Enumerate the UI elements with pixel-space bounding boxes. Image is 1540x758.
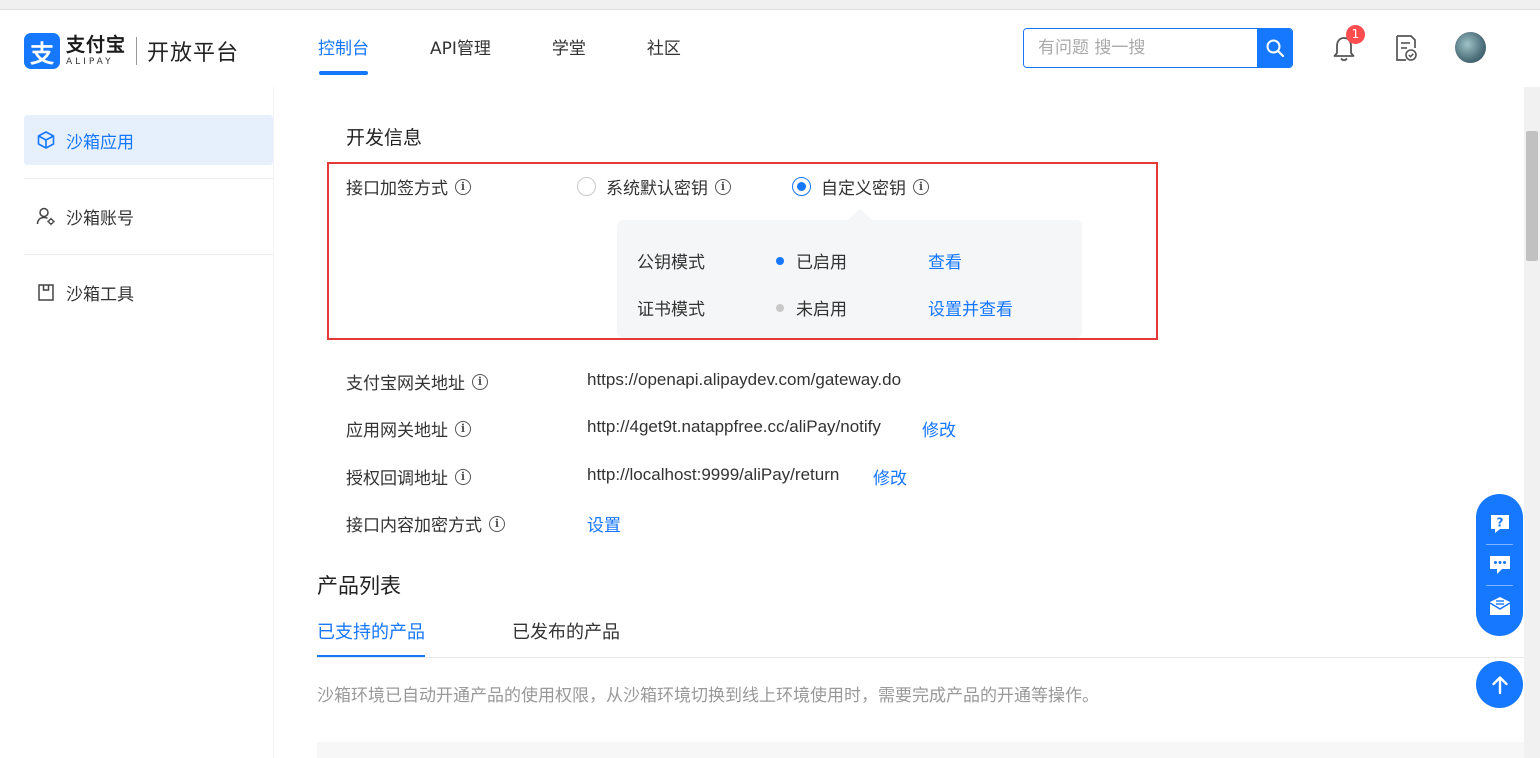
dev-info-title: 开发信息 bbox=[346, 127, 423, 149]
question-chat-icon: ? bbox=[1490, 515, 1509, 533]
certificate-mode-status: 未启用 bbox=[776, 295, 847, 320]
nav-console[interactable]: 控制台 bbox=[318, 10, 369, 87]
callback-label: 授权回调地址 i bbox=[346, 464, 471, 489]
disabled-dot bbox=[776, 303, 784, 312]
encrypt-label: 接口内容加密方式 i bbox=[346, 511, 505, 536]
help-button[interactable]: ? bbox=[1476, 504, 1523, 544]
setup-encrypt-link[interactable]: 设置 bbox=[587, 511, 621, 536]
info-icon[interactable]: i bbox=[489, 515, 505, 532]
cube-icon bbox=[37, 131, 55, 149]
nav-academy[interactable]: 学堂 bbox=[552, 10, 586, 87]
notification-badge: 1 bbox=[1346, 25, 1365, 44]
page-scrollbar[interactable] bbox=[1524, 87, 1540, 758]
radio-button-selected[interactable] bbox=[792, 177, 811, 196]
tool-box-icon bbox=[38, 284, 54, 301]
info-icon[interactable]: i bbox=[913, 178, 929, 195]
brand-name-cn: 支付宝 bbox=[66, 33, 127, 56]
sidebar-item-sandbox-app[interactable]: 沙箱应用 bbox=[24, 115, 273, 165]
search-input[interactable] bbox=[1024, 29, 1257, 67]
sidebar-item-label: 沙箱工具 bbox=[66, 284, 134, 305]
info-icon[interactable]: i bbox=[455, 420, 471, 437]
search-icon bbox=[1266, 39, 1284, 58]
platform-name: 开放平台 bbox=[147, 41, 240, 66]
sidebar: 沙箱应用 沙箱账号 沙箱工具 bbox=[0, 87, 273, 758]
alipay-logo[interactable]: 支 支付宝 ALIPAY 开放平台 bbox=[24, 33, 239, 69]
view-public-key-link[interactable]: 查看 bbox=[928, 248, 962, 273]
enabled-dot bbox=[776, 256, 784, 265]
product-table-header bbox=[317, 742, 1524, 758]
info-icon[interactable]: i bbox=[455, 178, 471, 195]
radio-button[interactable] bbox=[577, 177, 596, 196]
callback-value: http://localhost:9999/aliPay/return bbox=[587, 465, 840, 484]
tab-supported-products[interactable]: 已支持的产品 bbox=[317, 618, 425, 658]
radio-default-key[interactable]: 系统默认密钥 i bbox=[577, 174, 731, 199]
scrollbar-thumb[interactable] bbox=[1526, 131, 1538, 261]
info-icon[interactable]: i bbox=[472, 373, 488, 390]
public-key-mode-label: 公钥模式 bbox=[637, 253, 705, 273]
chat-button[interactable] bbox=[1476, 545, 1523, 585]
user-gear-icon bbox=[36, 207, 55, 226]
svg-text:?: ? bbox=[1496, 516, 1503, 530]
search-button[interactable] bbox=[1257, 29, 1292, 67]
user-avatar[interactable] bbox=[1455, 32, 1486, 63]
main-content: 开发信息 接口加签方式 i 系统默认密钥 i 自定义密钥 i 公钥模式 已启用 … bbox=[274, 87, 1524, 758]
gateway-label: 支付宝网关地址 i bbox=[346, 369, 488, 394]
radio-custom-key[interactable]: 自定义密钥 i bbox=[792, 174, 929, 199]
gateway-value: https://openapi.alipaydev.com/gateway.do bbox=[587, 370, 902, 389]
sign-method-label: 接口加签方式 i bbox=[346, 174, 471, 199]
floating-help-bar: ? bbox=[1476, 494, 1523, 636]
back-to-top-button[interactable] bbox=[1476, 661, 1523, 708]
mail-feedback-icon bbox=[1489, 597, 1510, 615]
window-top-strip bbox=[0, 0, 1540, 10]
key-mode-panel: 公钥模式 已启用 查看 证书模式 未启用 设置并查看 bbox=[617, 220, 1082, 338]
alipay-logo-icon: 支 bbox=[24, 33, 60, 69]
nav-community[interactable]: 社区 bbox=[647, 10, 681, 87]
top-header: 支 支付宝 ALIPAY 开放平台 控制台 API管理 学堂 社区 1 bbox=[0, 10, 1540, 87]
app-gateway-value: http://4get9t.natappfree.cc/aliPay/notif… bbox=[587, 417, 881, 436]
edit-callback-link[interactable]: 修改 bbox=[873, 464, 907, 489]
feedback-button[interactable] bbox=[1476, 586, 1523, 626]
search-box bbox=[1023, 28, 1293, 68]
sidebar-divider bbox=[24, 254, 273, 255]
product-list-title: 产品列表 bbox=[317, 574, 401, 598]
sidebar-item-sandbox-account[interactable]: 沙箱账号 bbox=[24, 191, 273, 241]
nav-api-management[interactable]: API管理 bbox=[430, 10, 491, 87]
logo-divider bbox=[136, 37, 138, 65]
info-icon[interactable]: i bbox=[455, 468, 471, 485]
public-key-mode-status: 已启用 bbox=[776, 248, 847, 273]
tab-published-products[interactable]: 已发布的产品 bbox=[512, 618, 620, 658]
sidebar-item-label: 沙箱账号 bbox=[66, 208, 134, 229]
arrow-up-icon bbox=[1491, 675, 1508, 694]
brand-name-en: ALIPAY bbox=[66, 56, 114, 67]
product-description: 沙箱环境已自动开通产品的使用权限，从沙箱环境切换到线上环境使用时，需要完成产品的… bbox=[317, 686, 1099, 706]
tabs-divider bbox=[317, 657, 1524, 658]
setup-certificate-link[interactable]: 设置并查看 bbox=[928, 295, 1013, 320]
sidebar-divider bbox=[24, 178, 273, 179]
edit-app-gateway-link[interactable]: 修改 bbox=[922, 416, 956, 441]
task-document-icon[interactable] bbox=[1394, 34, 1418, 62]
sidebar-item-label: 沙箱应用 bbox=[66, 132, 134, 153]
main-nav: 控制台 API管理 学堂 社区 bbox=[318, 10, 742, 87]
sidebar-item-sandbox-tools[interactable]: 沙箱工具 bbox=[24, 267, 273, 317]
chat-bubble-icon bbox=[1489, 556, 1510, 574]
certificate-mode-label: 证书模式 bbox=[637, 300, 705, 320]
app-gateway-label: 应用网关地址 i bbox=[346, 416, 471, 441]
info-icon[interactable]: i bbox=[715, 178, 731, 195]
